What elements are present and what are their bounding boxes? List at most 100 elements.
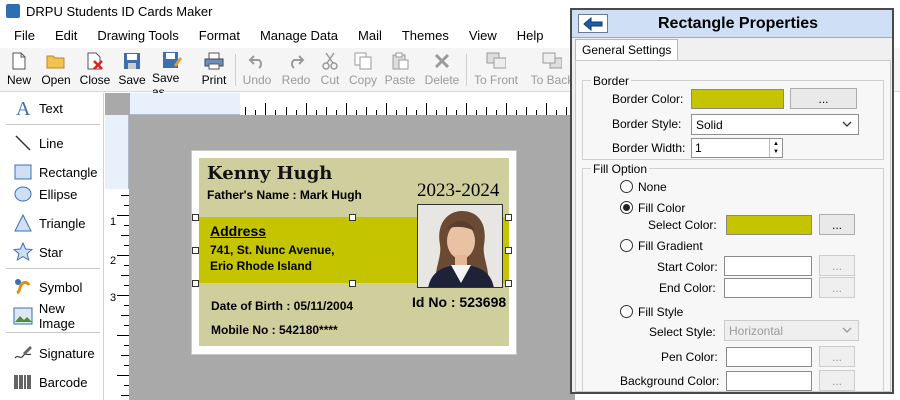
border-width-stepper[interactable]: 1 ▲ ▼ xyxy=(691,138,783,158)
back-arrow-icon xyxy=(583,16,603,31)
address-line-1[interactable]: 741, St. Nunc Avenue, xyxy=(210,243,334,257)
select-style-label: Select Style: xyxy=(649,325,716,339)
paste-button[interactable]: Paste xyxy=(385,48,415,92)
tool-new-image-label: New Image xyxy=(38,301,75,331)
menu-mail[interactable]: Mail xyxy=(348,28,392,43)
resize-handle[interactable] xyxy=(192,247,199,254)
menu-edit[interactable]: Edit xyxy=(45,28,87,43)
line-tool-icon xyxy=(12,132,34,154)
to-back-button[interactable]: To Back xyxy=(530,48,574,92)
back-button[interactable] xyxy=(578,14,608,33)
border-color-swatch[interactable] xyxy=(691,89,784,109)
id-number[interactable]: Id No : 523698 xyxy=(412,294,506,310)
student-name[interactable]: Kenny Hugh xyxy=(207,163,332,184)
background-color-picker-button[interactable]: ... xyxy=(819,370,855,391)
resize-handle[interactable] xyxy=(505,280,512,287)
fill-color-radio[interactable] xyxy=(620,201,633,214)
open-label: Open xyxy=(41,73,71,87)
tool-line[interactable]: Line xyxy=(0,131,104,155)
tab-general-settings[interactable]: General Settings xyxy=(575,39,679,60)
pen-color-swatch[interactable] xyxy=(726,347,812,367)
tool-signature-label: Signature xyxy=(39,345,95,361)
menu-drawing-tools[interactable]: Drawing Tools xyxy=(87,28,188,43)
print-button[interactable]: Print xyxy=(199,48,229,92)
tool-signature[interactable]: Signature xyxy=(0,341,104,365)
tool-triangle-label: Triangle xyxy=(39,215,86,231)
menu-view[interactable]: View xyxy=(459,28,507,43)
fill-style-select[interactable]: Horizontal xyxy=(724,320,859,341)
general-settings-pane: Border Border Color: ... Border Style: S… xyxy=(575,60,891,392)
student-photo[interactable] xyxy=(417,204,503,288)
menu-help[interactable]: Help xyxy=(507,28,554,43)
start-color-swatch[interactable] xyxy=(724,256,812,276)
mobile-number[interactable]: Mobile No : 542180**** xyxy=(211,323,338,337)
start-color-label: Start Color: xyxy=(657,260,718,274)
border-style-select[interactable]: Solid xyxy=(691,114,859,135)
menu-manage-data[interactable]: Manage Data xyxy=(250,28,348,43)
resize-handle[interactable] xyxy=(192,280,199,287)
signature-tool-icon xyxy=(12,342,34,364)
to-front-button[interactable]: To Front xyxy=(472,48,520,92)
cut-button[interactable]: Cut xyxy=(318,48,342,92)
image-tool-icon xyxy=(12,305,34,327)
start-color-picker-button[interactable]: ... xyxy=(819,255,855,276)
tool-symbol[interactable]: Symbol xyxy=(0,275,104,299)
save-button[interactable]: Save xyxy=(117,48,147,92)
father-name[interactable]: Father's Name : Mark Hugh xyxy=(207,188,362,202)
pen-color-label: Pen Color: xyxy=(661,350,718,364)
undo-button[interactable]: Undo xyxy=(240,48,274,92)
date-of-birth[interactable]: Date of Birth : 05/11/2004 xyxy=(211,299,353,313)
resize-handle[interactable] xyxy=(505,214,512,221)
tool-ellipse[interactable]: Ellipse xyxy=(0,182,104,206)
fill-gradient-radio[interactable] xyxy=(620,239,633,252)
open-button[interactable]: Open xyxy=(38,48,74,92)
undo-icon xyxy=(247,51,267,71)
save-label: Save xyxy=(118,73,146,87)
pen-color-picker-button[interactable]: ... xyxy=(819,346,855,367)
paste-icon xyxy=(390,51,410,71)
stepper-arrows-icon[interactable]: ▲ ▼ xyxy=(769,139,782,157)
tool-text[interactable]: A Text xyxy=(0,96,104,120)
address-label[interactable]: Address xyxy=(210,223,266,239)
fill-style-radio[interactable] xyxy=(620,305,633,318)
border-style-value: Solid xyxy=(696,117,723,132)
tool-triangle[interactable]: Triangle xyxy=(0,211,104,235)
tool-ellipse-label: Ellipse xyxy=(39,186,78,202)
background-color-swatch[interactable] xyxy=(726,371,812,391)
resize-handle[interactable] xyxy=(349,214,356,221)
tool-barcode[interactable]: Barcode xyxy=(0,370,104,394)
border-color-picker-button[interactable]: ... xyxy=(790,88,857,109)
new-button[interactable]: New xyxy=(4,48,34,92)
tool-symbol-label: Symbol xyxy=(39,279,83,295)
delete-button[interactable]: Delete xyxy=(423,48,461,92)
close-file-icon xyxy=(85,51,105,71)
tool-new-image[interactable]: New Image xyxy=(0,301,104,331)
end-color-swatch[interactable] xyxy=(724,278,812,298)
border-width-label: Border Width: xyxy=(612,141,686,155)
tool-star[interactable]: Star xyxy=(0,240,104,264)
resize-handle[interactable] xyxy=(349,280,356,287)
tool-rectangle[interactable]: Rectangle xyxy=(0,160,104,184)
fill-none-radio[interactable] xyxy=(620,180,633,193)
cut-label: Cut xyxy=(320,73,340,87)
fill-color-picker-button[interactable]: ... xyxy=(819,214,855,235)
academic-year[interactable]: 2023-2024 xyxy=(417,180,499,202)
save-as-icon xyxy=(162,51,182,69)
save-as-button[interactable]: Save as xyxy=(152,48,192,99)
menu-file[interactable]: File xyxy=(0,28,45,43)
redo-button[interactable]: Redo xyxy=(281,48,311,92)
address-line-2[interactable]: Erio Rhode Island xyxy=(210,259,312,273)
resize-handle[interactable] xyxy=(505,247,512,254)
horizontal-ruler xyxy=(130,93,575,115)
close-button[interactable]: Close xyxy=(78,48,112,92)
chevron-down-icon xyxy=(842,121,852,127)
fill-style-value: Horizontal xyxy=(729,323,784,338)
menu-format[interactable]: Format xyxy=(189,28,250,43)
copy-button[interactable]: Copy xyxy=(348,48,378,92)
to-front-label: To Front xyxy=(473,73,518,87)
end-color-picker-button[interactable]: ... xyxy=(819,277,855,298)
fill-color-swatch[interactable] xyxy=(726,215,812,235)
menu-themes[interactable]: Themes xyxy=(392,28,459,43)
tool-line-label: Line xyxy=(39,135,64,151)
resize-handle[interactable] xyxy=(192,214,199,221)
